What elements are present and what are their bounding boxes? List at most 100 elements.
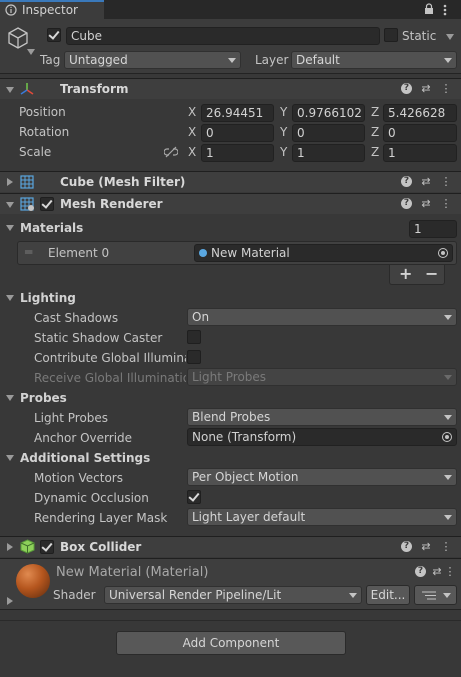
help-icon[interactable]: ? bbox=[401, 198, 412, 209]
foldout-expanded-icon[interactable] bbox=[6, 455, 14, 461]
scale-x-field[interactable]: 1 bbox=[201, 144, 274, 162]
object-picker-icon[interactable] bbox=[442, 432, 452, 442]
help-icon[interactable]: ? bbox=[401, 83, 412, 94]
mesh-renderer-enabled-checkbox[interactable] bbox=[40, 197, 54, 211]
motion-vectors-value: Per Object Motion bbox=[192, 470, 299, 484]
tab-inspector[interactable]: Inspector bbox=[0, 0, 104, 19]
presets-icon[interactable]: ⇄ bbox=[419, 540, 433, 554]
shader-dropdown[interactable]: Universal Render Pipeline/Lit bbox=[104, 586, 362, 604]
unlinked-scale-icon[interactable] bbox=[164, 146, 178, 158]
static-checkbox[interactable] bbox=[384, 28, 398, 42]
presets-icon[interactable]: ⇄ bbox=[419, 82, 433, 96]
mesh-renderer-header[interactable]: Mesh Renderer ? ⇄ ⋮ bbox=[0, 193, 461, 214]
materials-section: Materials 1 ═ Element 0 New Material + − bbox=[0, 215, 461, 295]
active-checkbox[interactable] bbox=[47, 28, 61, 42]
axis-y-label: Y bbox=[280, 145, 288, 159]
rotation-z-field[interactable]: 0 bbox=[383, 124, 457, 142]
lighting-section: Lighting Cast Shadows On Static Shadow C… bbox=[0, 288, 461, 388]
axis-z-label: Z bbox=[371, 125, 380, 139]
presets-icon[interactable]: ⇄ bbox=[430, 565, 444, 579]
contribute-gi-checkbox[interactable] bbox=[187, 350, 201, 364]
axis-x-label: X bbox=[188, 145, 197, 159]
box-collider-header[interactable]: Box Collider ? ⇄ ⋮ bbox=[0, 536, 461, 557]
anchor-override-field[interactable]: None (Transform) bbox=[187, 428, 457, 446]
help-icon[interactable]: ? bbox=[401, 541, 412, 552]
scale-label: Scale bbox=[19, 145, 52, 159]
material-icon bbox=[199, 249, 207, 257]
icon-dropdown-arrow-icon[interactable] bbox=[27, 49, 35, 55]
context-menu-icon[interactable]: ⋮ bbox=[439, 197, 453, 211]
list-icon bbox=[422, 591, 436, 600]
context-menu-icon[interactable]: ⋮ bbox=[439, 175, 453, 189]
layer-dropdown[interactable]: Default bbox=[291, 51, 457, 69]
rendering-layer-mask-dropdown[interactable]: Light Layer default bbox=[187, 508, 457, 526]
static-dropdown-arrow-icon[interactable] bbox=[446, 34, 454, 40]
cube-icon[interactable] bbox=[7, 27, 29, 49]
drag-handle-icon[interactable]: ═ bbox=[25, 245, 32, 259]
anchor-override-value: None (Transform) bbox=[192, 430, 297, 444]
static-shadow-caster-checkbox[interactable] bbox=[187, 330, 201, 344]
cast-shadows-label: Cast Shadows bbox=[34, 311, 119, 325]
additional-settings-section: Additional Settings Motion Vectors Per O… bbox=[0, 448, 461, 528]
materials-count-field[interactable]: 1 bbox=[409, 220, 457, 238]
rendering-layer-mask-label: Rendering Layer Mask bbox=[34, 511, 168, 525]
material-object-field[interactable]: New Material bbox=[194, 244, 453, 262]
rotation-x-field[interactable]: 0 bbox=[201, 124, 274, 142]
context-menu-icon[interactable]: ⋮ bbox=[439, 82, 453, 96]
transform-icon bbox=[20, 83, 34, 95]
mesh-renderer-icon bbox=[20, 197, 34, 211]
presets-icon[interactable]: ⇄ bbox=[419, 197, 433, 211]
box-collider-enabled-checkbox[interactable] bbox=[40, 540, 54, 554]
shader-options-button[interactable] bbox=[414, 585, 457, 605]
remove-element-button[interactable]: − bbox=[425, 264, 438, 283]
dynamic-occlusion-checkbox[interactable] bbox=[187, 490, 201, 504]
context-menu-icon[interactable]: ⋮ bbox=[439, 540, 453, 554]
material-header: New Material (Material) ? ⇄ ⋮ Shader Uni… bbox=[0, 558, 461, 610]
position-y-field[interactable]: 0.9766102 bbox=[292, 104, 365, 122]
probes-section: Probes Light Probes Blend Probes Anchor … bbox=[0, 388, 461, 448]
lock-icon[interactable] bbox=[424, 3, 434, 15]
add-element-button[interactable]: + bbox=[399, 264, 412, 283]
caret-down-icon bbox=[444, 375, 452, 380]
add-component-button[interactable]: Add Component bbox=[116, 631, 346, 655]
help-icon[interactable]: ? bbox=[401, 176, 412, 187]
layer-value: Default bbox=[296, 53, 340, 67]
foldout-collapsed-icon[interactable] bbox=[7, 597, 13, 605]
transform-header[interactable]: Transform ? ⇄ ⋮ bbox=[0, 78, 461, 99]
foldout-expanded-icon[interactable] bbox=[6, 87, 14, 93]
foldout-collapsed-icon[interactable] bbox=[7, 178, 13, 186]
context-menu-icon[interactable]: ⋮ bbox=[443, 565, 457, 579]
edit-shader-button[interactable]: Edit... bbox=[366, 585, 410, 605]
more-menu-icon[interactable] bbox=[443, 4, 447, 16]
foldout-collapsed-icon[interactable] bbox=[7, 543, 13, 551]
info-icon bbox=[5, 4, 17, 16]
caret-down-icon bbox=[444, 58, 452, 63]
object-header: Cube Static Tag Untagged Layer Default bbox=[0, 19, 461, 74]
foldout-expanded-icon[interactable] bbox=[6, 225, 14, 231]
motion-vectors-dropdown[interactable]: Per Object Motion bbox=[187, 468, 457, 486]
light-probes-dropdown[interactable]: Blend Probes bbox=[187, 408, 457, 426]
scale-y-field[interactable]: 1 bbox=[292, 144, 365, 162]
position-label: Position bbox=[19, 105, 66, 119]
tab-label: Inspector bbox=[22, 3, 78, 17]
cast-shadows-dropdown[interactable]: On bbox=[187, 308, 457, 326]
object-picker-icon[interactable] bbox=[438, 248, 448, 258]
mesh-filter-header[interactable]: Cube (Mesh Filter) ? ⇄ ⋮ bbox=[0, 171, 461, 192]
help-icon[interactable]: ? bbox=[415, 566, 426, 577]
material-value: New Material bbox=[211, 246, 290, 260]
rotation-y-field[interactable]: 0 bbox=[292, 124, 365, 142]
position-z-field[interactable]: 5.426628 bbox=[383, 104, 457, 122]
foldout-expanded-icon[interactable] bbox=[6, 295, 14, 301]
presets-icon[interactable]: ⇄ bbox=[419, 175, 433, 189]
scale-z-field[interactable]: 1 bbox=[383, 144, 457, 162]
foldout-expanded-icon[interactable] bbox=[6, 202, 14, 208]
tag-dropdown[interactable]: Untagged bbox=[64, 51, 241, 69]
checkmark-icon bbox=[48, 28, 60, 40]
material-preview-sphere[interactable] bbox=[16, 564, 50, 598]
position-x-field[interactable]: 26.94451 bbox=[201, 104, 274, 122]
rendering-layer-mask-value: Light Layer default bbox=[192, 510, 306, 524]
object-name-field[interactable]: Cube bbox=[66, 27, 380, 45]
foldout-expanded-icon[interactable] bbox=[6, 395, 14, 401]
axis-z-label: Z bbox=[371, 145, 380, 159]
box-collider-icon bbox=[20, 539, 35, 554]
